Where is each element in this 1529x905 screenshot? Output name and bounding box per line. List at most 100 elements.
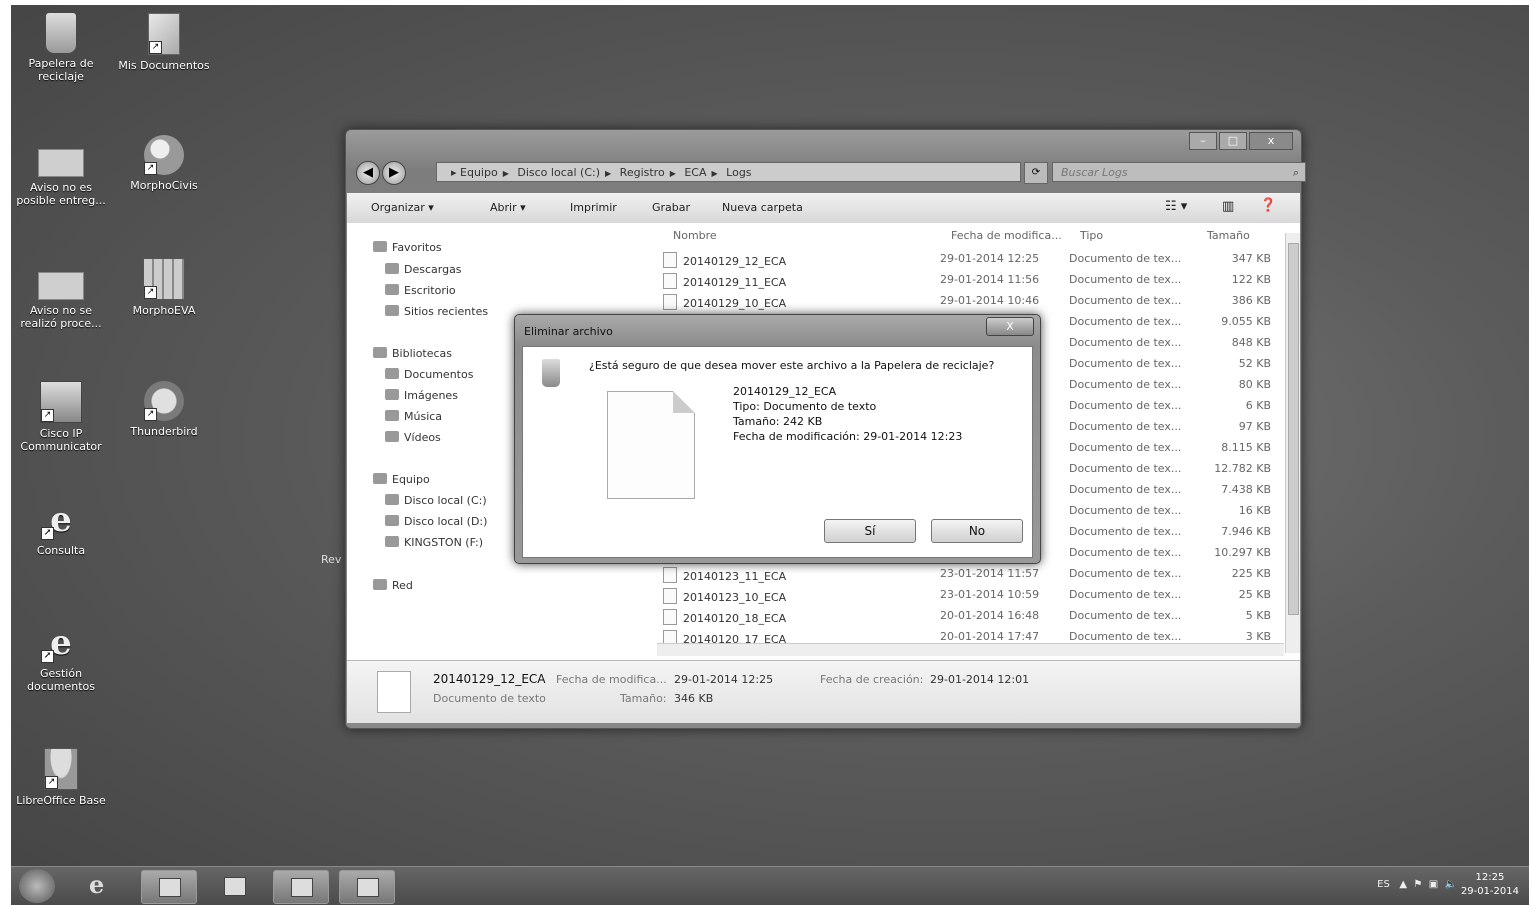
nav-images[interactable]: Imágenes xyxy=(385,389,458,402)
file-type: Documento de tex... xyxy=(1069,567,1182,580)
address-root-arrow[interactable]: ▸ xyxy=(451,166,457,179)
no-button[interactable]: No xyxy=(931,519,1023,543)
desktop-icon-morphocivis[interactable]: ↗ MorphoCivis xyxy=(114,135,214,192)
horizontal-scrollbar[interactable] xyxy=(657,643,1284,656)
column-header-size[interactable]: Tamaño xyxy=(1207,229,1250,242)
breadcrumb-eca[interactable]: ECA xyxy=(684,166,706,179)
file-name: 20140120_18_ECA xyxy=(663,609,786,625)
desktop-icon-recycle-bin[interactable]: Papelera de reciclaje xyxy=(11,13,111,83)
yes-button[interactable]: Sí xyxy=(824,519,916,543)
new-folder-button[interactable]: Nueva carpeta xyxy=(722,201,803,214)
taskbar-document[interactable] xyxy=(273,870,329,904)
file-row[interactable]: 20140129_12_ECA 29-01-2014 12:25 Documento… xyxy=(663,252,1275,272)
desktop: Papelera de reciclaje ↗ Mis Documentos A… xyxy=(11,5,1529,905)
maximize-button[interactable]: □ xyxy=(1219,132,1247,150)
column-header-name[interactable]: Nombre xyxy=(673,229,717,242)
search-input[interactable]: Buscar Logs ⌕ xyxy=(1052,162,1306,182)
desktop-icon-consulta[interactable]: e ↗ Consulta xyxy=(11,500,111,557)
nav-videos[interactable]: Vídeos xyxy=(385,431,441,444)
navigation-pane: Favoritos Descargas Escritorio Sitios re… xyxy=(347,223,517,660)
nav-documents[interactable]: Documentos xyxy=(385,368,473,381)
nav-recent[interactable]: Sitios recientes xyxy=(385,305,488,318)
file-row[interactable]: 20140120_18_ECA 20-01-2014 16:48 Documento… xyxy=(663,609,1275,629)
nav-kingston[interactable]: KINGSTON (F:) xyxy=(385,536,483,549)
refresh-button[interactable]: ⟳ xyxy=(1024,162,1048,184)
column-header-date[interactable]: Fecha de modifica... xyxy=(951,229,1062,242)
start-button[interactable] xyxy=(19,869,55,903)
desktop-icon xyxy=(385,284,399,295)
star-icon xyxy=(373,241,387,252)
nav-label: Equipo xyxy=(392,473,430,486)
desktop-icon-morphoeva[interactable]: ↗ MorphoEVA xyxy=(114,258,214,317)
desktop-icon-cisco[interactable]: ↗ Cisco IP Communicator xyxy=(11,381,111,453)
view-options-icon[interactable]: ☷ ▾ xyxy=(1165,199,1187,214)
breadcrumb-registro[interactable]: Registro xyxy=(620,166,665,179)
clock[interactable]: 12:25 29-01-2014 xyxy=(1461,871,1519,899)
nav-network[interactable]: Red xyxy=(373,579,413,592)
file-type: Documento de tex... xyxy=(1069,525,1182,538)
desktop-icon-thunderbird[interactable]: ↗ Thunderbird xyxy=(114,381,214,438)
print-button[interactable]: Imprimir xyxy=(570,201,617,214)
desktop-icon-gestion[interactable]: e ↗ Gestión documentos xyxy=(11,623,111,693)
desktop-icon-libreoffice-base[interactable]: ↗ LibreOffice Base xyxy=(11,748,111,807)
file-row[interactable]: 20140123_10_ECA 23-01-2014 10:59 Documento… xyxy=(663,588,1275,608)
breadcrumb-logs[interactable]: Logs xyxy=(726,166,751,179)
file-size: 7.438 KB xyxy=(1221,483,1271,496)
language-indicator[interactable]: ES xyxy=(1377,879,1390,890)
desktop-icon-label: MorphoEVA xyxy=(132,304,196,317)
organize-button[interactable]: Organizar ▾ xyxy=(371,201,434,214)
column-header-type[interactable]: Tipo xyxy=(1080,229,1103,242)
scrollbar-thumb[interactable] xyxy=(1288,243,1299,615)
file-row[interactable]: 20140129_11_ECA 29-01-2014 11:56 Documento… xyxy=(663,273,1275,293)
nav-downloads[interactable]: Descargas xyxy=(385,263,462,276)
nav-label: Imágenes xyxy=(404,389,458,402)
taskbar-media-player[interactable] xyxy=(207,870,261,902)
close-button[interactable]: x xyxy=(1249,132,1293,150)
taskbar: e ES ▲ ⚑ ▣ 🔈 12:25 29-01-2014 xyxy=(11,866,1529,905)
media-player-icon xyxy=(224,877,246,896)
taskbar-app[interactable] xyxy=(339,870,395,904)
taskbar-ie[interactable]: e xyxy=(75,870,129,902)
usb-drive-icon xyxy=(385,536,399,547)
app-window-icon xyxy=(357,878,379,897)
nav-desktop[interactable]: Escritorio xyxy=(385,284,456,297)
open-button[interactable]: Abrir ▾ xyxy=(490,201,526,214)
nav-favorites[interactable]: Favoritos xyxy=(373,241,442,254)
partial-desktop-label: Rev xyxy=(321,553,342,566)
taskbar-explorer[interactable] xyxy=(141,870,197,904)
nav-disk-d[interactable]: Disco local (D:) xyxy=(385,515,487,528)
ie-icon: e xyxy=(89,870,105,899)
breadcrumb-equipo[interactable]: Equipo xyxy=(460,166,498,179)
nav-music[interactable]: Música xyxy=(385,410,442,423)
shortcut-arrow-icon: ↗ xyxy=(144,408,157,421)
nav-disk-c[interactable]: Disco local (C:) xyxy=(385,494,487,507)
back-button[interactable]: ◀ xyxy=(356,161,380,185)
desktop-icon-aviso-2[interactable]: Aviso no se realizó proce... xyxy=(11,258,111,330)
vertical-scrollbar[interactable] xyxy=(1285,233,1300,653)
breadcrumb-disco-c[interactable]: Disco local (C:) xyxy=(517,166,600,179)
file-row[interactable]: 20140129_10_ECA 29-01-2014 10:46 Documento… xyxy=(663,294,1275,314)
address-bar[interactable]: ▸ Equipo ▶ Disco local (C:) ▶ Registro ▶ EC… xyxy=(436,162,1021,182)
file-type: Documento de tex... xyxy=(1069,378,1182,391)
file-size: 7.946 KB xyxy=(1221,525,1271,538)
volume-icon[interactable]: 🔈 xyxy=(1445,879,1457,890)
file-type: Documento de tex... xyxy=(1069,420,1182,433)
details-modified-value: 29-01-2014 12:25 xyxy=(674,673,774,686)
file-row[interactable]: 20140123_11_ECA 23-01-2014 11:57 Documento… xyxy=(663,567,1275,587)
show-hidden-icons-icon[interactable]: ▲ xyxy=(1399,879,1407,890)
desktop-icon-my-documents[interactable]: ↗ Mis Documentos xyxy=(114,13,214,72)
burn-button[interactable]: Grabar xyxy=(652,201,690,214)
action-center-flag-icon[interactable]: ⚑ xyxy=(1413,879,1422,890)
desktop-icon-aviso-1[interactable]: Aviso no es posible entreg... xyxy=(11,135,111,207)
file-name: 20140123_11_ECA xyxy=(663,567,786,583)
file-size: 97 KB xyxy=(1238,420,1271,433)
nav-libraries[interactable]: Bibliotecas xyxy=(373,347,452,360)
minimize-button[interactable]: – xyxy=(1189,132,1217,150)
text-file-icon xyxy=(663,273,677,289)
preview-pane-icon[interactable]: ▥ xyxy=(1222,199,1234,214)
help-icon[interactable]: ❓ xyxy=(1260,198,1276,213)
nav-computer[interactable]: Equipo xyxy=(373,473,430,486)
dialog-close-button[interactable]: X xyxy=(986,317,1034,336)
network-tray-icon[interactable]: ▣ xyxy=(1429,879,1438,890)
forward-button[interactable]: ▶ xyxy=(382,161,406,185)
